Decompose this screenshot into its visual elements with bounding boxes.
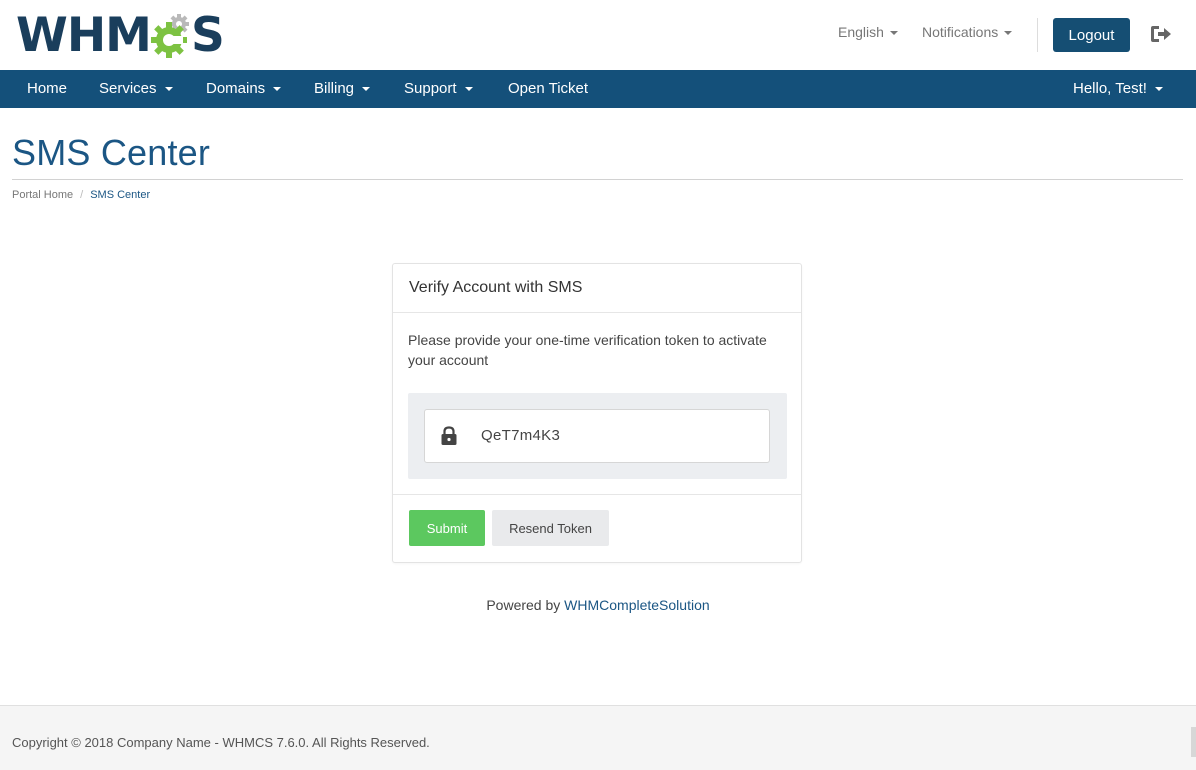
breadcrumb-portal-home[interactable]: Portal Home bbox=[12, 189, 73, 201]
breadcrumb-separator: / bbox=[80, 189, 84, 201]
card-header: Verify Account with SMS bbox=[393, 264, 801, 313]
nav-billing[interactable]: Billing bbox=[314, 70, 371, 108]
powered-by-label: Powered by bbox=[486, 597, 561, 613]
page-footer: Copyright © 2018 Company Name - WHMCS 7.… bbox=[0, 705, 1196, 770]
main-navbar: Home Services Domains Billing Support Op… bbox=[0, 70, 1196, 108]
whmcs-logo[interactable]: WHM S bbox=[16, 8, 225, 63]
account-dropdown[interactable]: Hello, Test! bbox=[1073, 70, 1163, 108]
scrollbar-thumb[interactable] bbox=[1191, 727, 1196, 757]
lock-icon bbox=[440, 426, 458, 446]
logout-button[interactable]: Logout bbox=[1053, 18, 1130, 52]
resend-token-button[interactable]: Resend Token bbox=[492, 510, 609, 546]
header-divider bbox=[1037, 18, 1038, 52]
chevron-down-icon bbox=[464, 87, 473, 92]
gear-logo-icon bbox=[150, 12, 191, 60]
sign-out-icon[interactable] bbox=[1150, 24, 1172, 44]
powered-by: Powered by WHMCompleteSolution bbox=[0, 597, 1196, 613]
nav-open-ticket-label: Open Ticket bbox=[508, 80, 589, 97]
nav-domains[interactable]: Domains bbox=[206, 70, 282, 108]
logo-text-suffix: S bbox=[190, 8, 225, 63]
chevron-down-icon bbox=[164, 87, 173, 92]
logo-text: WHM bbox=[16, 8, 152, 63]
language-label: English bbox=[838, 24, 884, 40]
breadcrumb-current: SMS Center bbox=[90, 189, 151, 201]
chevron-down-icon bbox=[889, 31, 898, 36]
notifications-dropdown[interactable]: Notifications bbox=[922, 24, 1013, 40]
nav-services[interactable]: Services bbox=[99, 70, 173, 108]
nav-support[interactable]: Support bbox=[404, 70, 473, 108]
copyright-text: Copyright © 2018 Company Name - WHMCS 7.… bbox=[12, 735, 430, 750]
chevron-down-icon bbox=[273, 87, 282, 92]
nav-open-ticket[interactable]: Open Ticket bbox=[508, 70, 588, 108]
token-input[interactable]: QeT7m4K3 bbox=[424, 409, 770, 463]
nav-support-label: Support bbox=[404, 80, 457, 97]
nav-services-label: Services bbox=[99, 80, 157, 97]
notifications-label: Notifications bbox=[922, 24, 999, 40]
top-header: WHM S English Notifications Logout bbox=[0, 0, 1196, 70]
page-title: SMS Center bbox=[12, 132, 211, 173]
breadcrumb: Portal Home / SMS Center bbox=[12, 189, 150, 201]
nav-billing-label: Billing bbox=[314, 80, 355, 97]
nav-home-label: Home bbox=[27, 80, 68, 97]
chevron-down-icon bbox=[1004, 31, 1013, 36]
verify-card: Verify Account with SMS Please provide y… bbox=[392, 263, 802, 563]
chevron-down-icon bbox=[362, 87, 371, 92]
powered-by-link[interactable]: WHMCompleteSolution bbox=[564, 597, 710, 613]
title-divider bbox=[12, 179, 1183, 180]
card-footer-divider bbox=[393, 494, 801, 495]
account-label: Hello, Test! bbox=[1073, 80, 1147, 97]
token-well: QeT7m4K3 bbox=[408, 393, 787, 479]
chevron-down-icon bbox=[1154, 87, 1163, 92]
nav-home[interactable]: Home bbox=[27, 70, 67, 108]
language-dropdown[interactable]: English bbox=[838, 24, 898, 40]
token-value: QeT7m4K3 bbox=[481, 427, 561, 444]
nav-domains-label: Domains bbox=[206, 80, 266, 97]
submit-button[interactable]: Submit bbox=[409, 510, 485, 546]
card-description: Please provide your one-time verificatio… bbox=[408, 332, 767, 368]
card-title: Verify Account with SMS bbox=[409, 279, 583, 296]
